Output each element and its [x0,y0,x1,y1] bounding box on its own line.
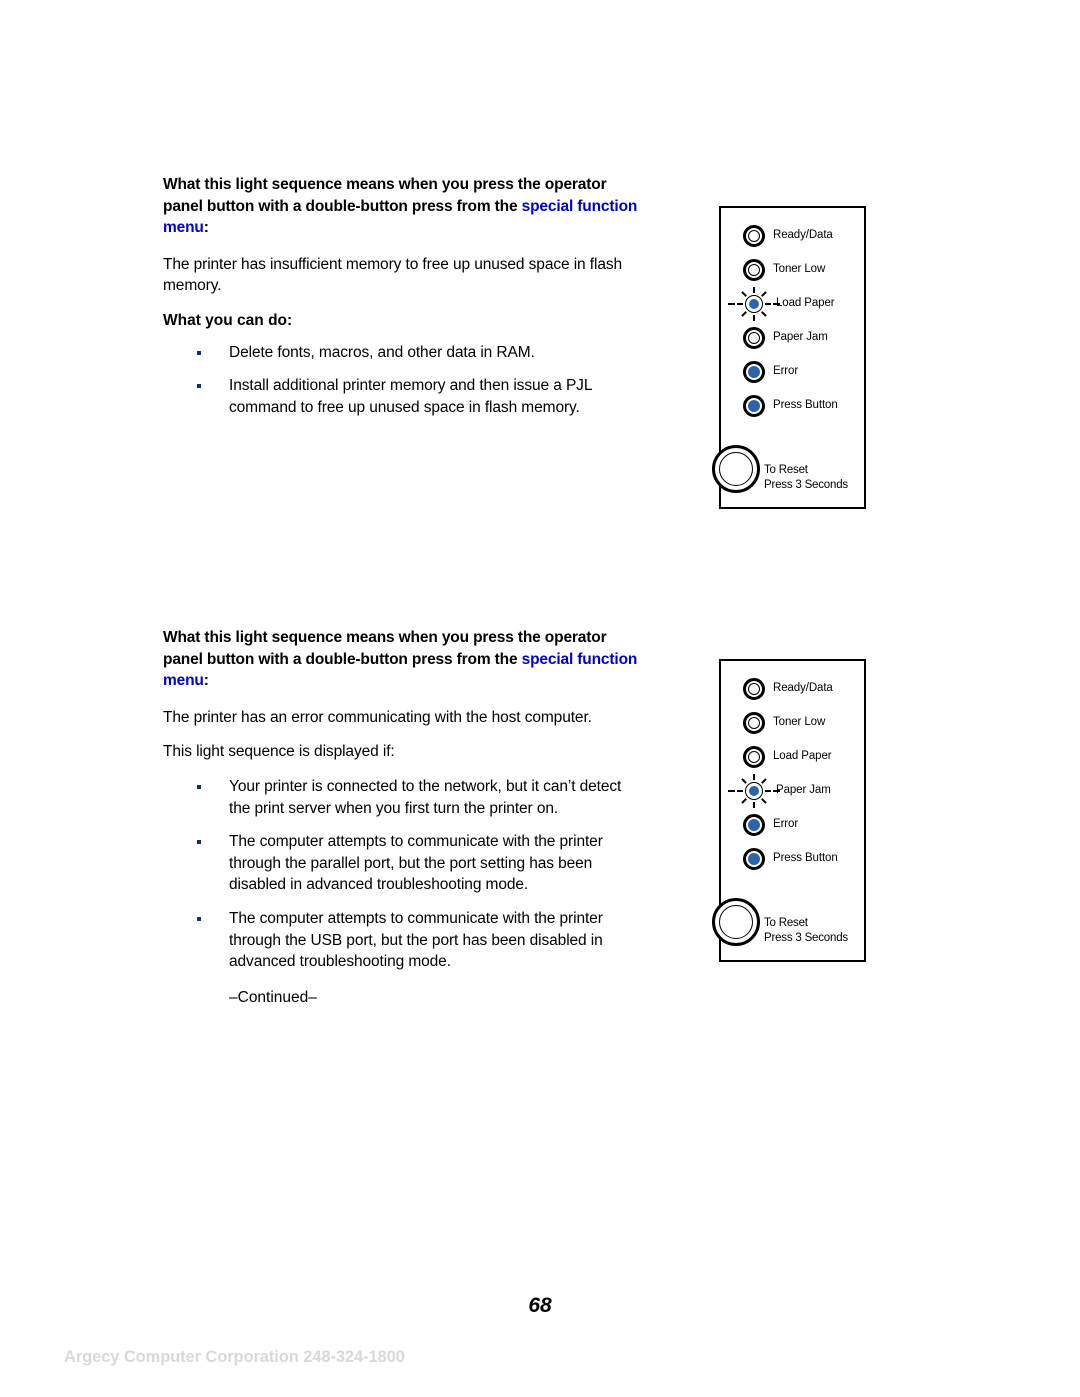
reset-button[interactable] [712,445,760,493]
led-row-error: Error [721,809,864,843]
bullet-dot-icon [197,916,201,921]
section-heading: What this light sequence means when you … [163,627,643,692]
led-label: Press Button [773,399,838,411]
led-label: Paper Jam [773,331,828,343]
led-label: Ready/Data [773,682,833,694]
cause-list: Your printer is connected to the network… [163,776,643,973]
led-paper-jam-blinking-icon [728,774,780,808]
reset-button[interactable] [712,898,760,946]
reset-caption-line-1: To Reset [764,917,808,929]
list-item: The computer attempts to communicate wit… [163,908,643,973]
list-item-text: The computer attempts to communicate wit… [229,833,603,894]
bullet-dot-icon [197,350,201,355]
section-paragraph: The printer has insufficient memory to f… [163,255,623,295]
continued-marker: –Continued– [229,988,317,1006]
led-row-ready-data: Ready/Data [721,673,864,707]
reset-caption-line-2: Press 3 Seconds [764,479,848,491]
led-ready-data-off-icon [741,223,767,249]
led-row-press-button: Press Button [721,390,864,424]
led-label: Load Paper [773,750,832,762]
led-paper-jam-off-icon [741,325,767,351]
led-error-on-icon [741,812,767,838]
led-row-toner-low: Toner Low [721,254,864,288]
section-paragraph-secondary: This light sequence is displayed if: [163,743,395,761]
led-label: Ready/Data [773,229,833,241]
list-item-text: Your printer is connected to the network… [229,777,622,817]
led-row-load-paper: Load Paper [721,287,864,322]
led-error-on-icon [741,359,767,385]
led-press-button-on-icon [741,846,767,872]
reset-button-inner-circle [719,452,753,486]
led-label: Toner Low [773,716,826,728]
what-you-can-do-heading: What you can do: [163,311,293,329]
remedy-list: Delete fonts, macros, and other data in … [163,342,643,419]
led-row-press-button: Press Button [721,843,864,877]
led-row-ready-data: Ready/Data [721,220,864,254]
heading-text-tail: : [203,219,209,237]
led-ready-data-off-icon [741,676,767,702]
bullet-dot-icon [197,840,201,845]
led-label: Load Paper [776,297,835,309]
bullet-dot-icon [197,784,201,789]
led-press-button-on-icon [741,393,767,419]
list-item-text: The computer attempts to communicate wit… [229,909,603,971]
led-toner-low-off-icon [741,257,767,283]
footer-watermark: Argecy Computer Corporation 248-324-1800 [64,1348,405,1366]
bullet-dot-icon [197,384,201,389]
reset-button-caption: To Reset Press 3 Seconds [764,463,848,493]
led-row-paper-jam: Paper Jam [721,774,864,809]
led-label: Press Button [773,852,838,864]
led-label: Toner Low [773,263,826,275]
led-load-paper-blinking-icon [728,287,780,321]
section-heading: What this light sequence means when you … [163,174,643,239]
reset-caption-line-2: Press 3 Seconds [764,932,848,944]
list-item: The computer attempts to communicate wit… [163,831,643,896]
led-row-paper-jam: Paper Jam [721,322,864,356]
reset-button-inner-circle [719,905,753,939]
led-load-paper-off-icon [741,744,767,770]
led-label: Error [773,365,799,377]
page-number: 68 [528,1294,552,1317]
section-insufficient-memory: What this light sequence means when you … [163,174,643,418]
led-row-error: Error [721,356,864,390]
list-item: Your printer is connected to the network… [163,776,643,819]
led-toner-low-off-icon [741,710,767,736]
heading-text-tail: : [203,672,209,690]
reset-caption-line-1: To Reset [764,464,808,476]
list-item: Delete fonts, macros, and other data in … [163,342,643,364]
led-label: Paper Jam [776,784,831,796]
operator-panel-diagram-1: Ready/Data Toner Low Load Paper Paper Ja… [712,206,866,509]
led-row-load-paper: Load Paper [721,741,864,775]
list-item-text: Install additional printer memory and th… [229,377,592,416]
list-item: Install additional printer memory and th… [163,375,643,418]
section-paragraph: The printer has an error communicating w… [163,708,592,726]
reset-button-caption: To Reset Press 3 Seconds [764,916,848,946]
led-label: Error [773,818,799,830]
operator-panel-diagram-2: Ready/Data Toner Low Load Paper Paper Ja… [712,659,866,962]
list-item-text: Delete fonts, macros, and other data in … [229,343,535,361]
led-row-toner-low: Toner Low [721,707,864,741]
section-host-communication-error: What this light sequence means when you … [163,627,643,1008]
